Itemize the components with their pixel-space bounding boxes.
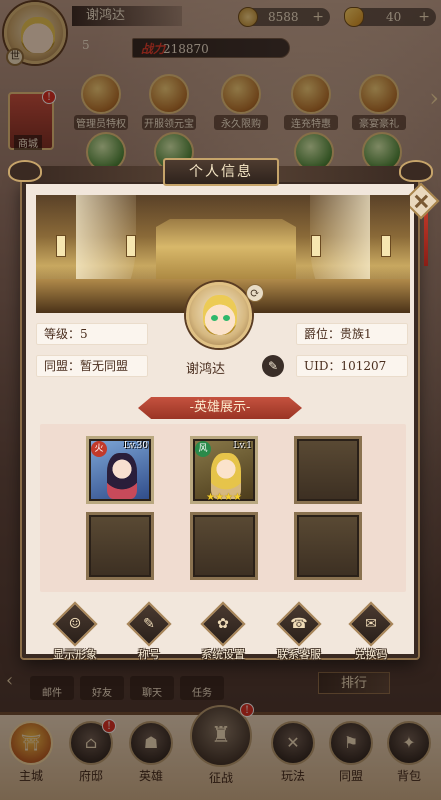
redeem-code-icon: ✉: [365, 616, 377, 632]
empty-hero-slot[interactable]: [86, 512, 154, 580]
button-label: 系统设置: [201, 648, 245, 661]
avatar-portrait: [203, 295, 237, 335]
appearance-icon: ☺: [68, 616, 82, 632]
cloud-ornament-icon: [8, 160, 42, 182]
button-label: 显示形象: [53, 648, 97, 661]
element-badge: 风: [195, 441, 211, 457]
player-alliance-field: 同盟：暂无同盟: [36, 355, 148, 377]
profile-avatar[interactable]: [186, 282, 252, 348]
button-label: 兑换码: [354, 648, 388, 661]
customer-service-button[interactable]: ☎ 联系客服: [270, 601, 328, 662]
hero-slot[interactable]: 火 Lv.30: [86, 436, 154, 504]
hero-showcase-title: -英雄展示-: [138, 397, 302, 419]
dialog-title: 个人信息: [163, 158, 279, 186]
player-uid-field: UID：101207: [296, 355, 408, 377]
element-badge: 火: [91, 441, 107, 457]
title-button[interactable]: ✎ 称号: [120, 601, 178, 662]
button-label: 联系客服: [277, 648, 321, 661]
hero-portrait: [107, 453, 137, 499]
empty-hero-slot[interactable]: [294, 512, 362, 580]
swap-avatar-icon[interactable]: ⟳: [246, 284, 264, 302]
hero-slot[interactable]: 风 Lv.1 ★★★★: [190, 436, 258, 504]
button-label: 称号: [138, 648, 160, 661]
hero-stars: ★★★★: [206, 492, 242, 503]
player-level-field: 等级：5: [36, 323, 148, 345]
show-appearance-button[interactable]: ☺ 显示形象: [46, 601, 104, 662]
profile-player-name: 谢鸿达: [186, 362, 226, 377]
empty-hero-slot[interactable]: [294, 436, 362, 504]
player-rank-field: 爵位：贵族1: [296, 323, 408, 345]
title-scroll-icon: ✎: [143, 616, 155, 632]
settings-icon: ✿: [217, 616, 229, 632]
palace-hall: [156, 219, 296, 283]
hero-level: Lv.1: [233, 441, 252, 451]
empty-hero-slot[interactable]: [190, 512, 258, 580]
customer-service-icon: ☎: [290, 616, 308, 632]
hero-level: Lv.30: [123, 441, 148, 451]
redeem-code-button[interactable]: ✉ 兑换码: [342, 601, 400, 662]
system-settings-button[interactable]: ✿ 系统设置: [194, 601, 252, 662]
edit-name-icon[interactable]: ✎: [262, 355, 284, 377]
cloud-ornament-icon: [399, 160, 433, 182]
